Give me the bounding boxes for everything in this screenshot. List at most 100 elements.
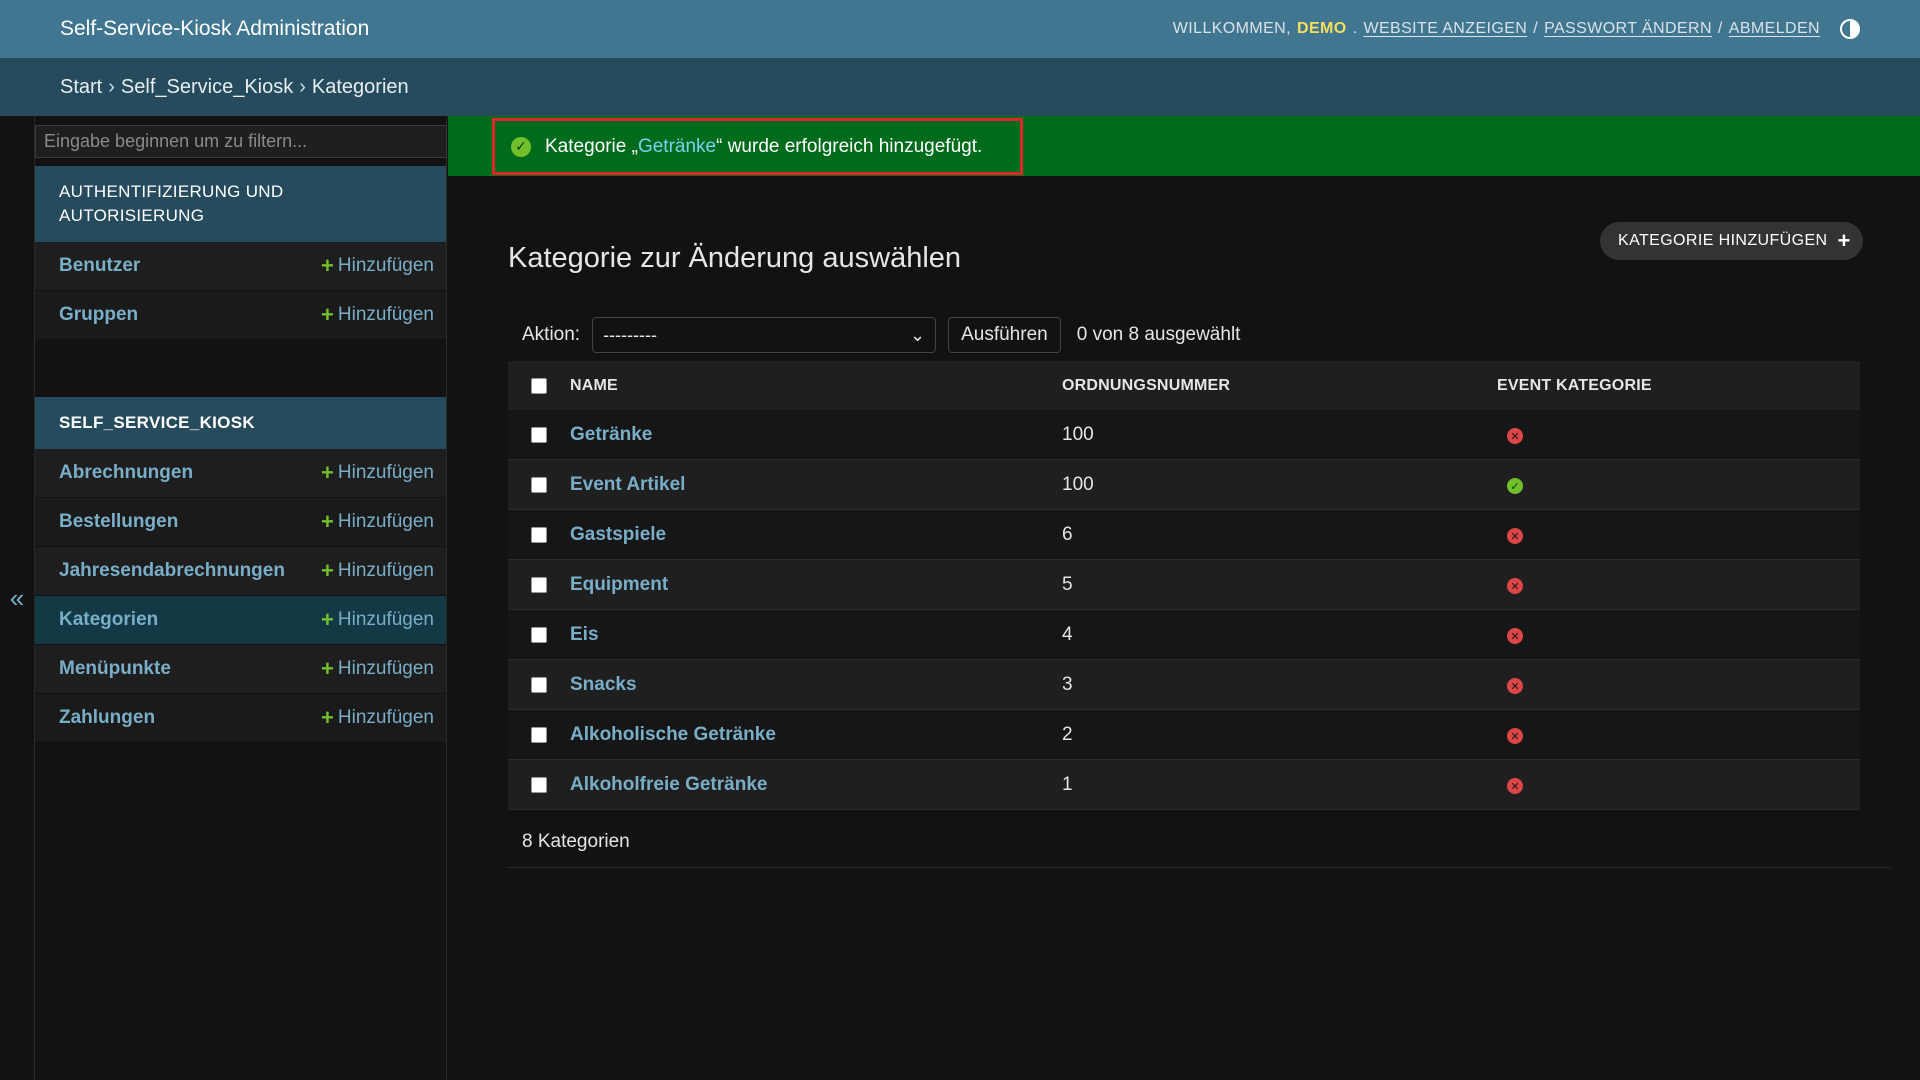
row-checkbox[interactable] <box>531 526 547 543</box>
plus-icon: + <box>321 656 334 681</box>
nav-sidebar: AUTHENTIFIZIERUNG UND AUTORISIERUNG Benu… <box>35 116 447 1080</box>
change-password-link[interactable]: PASSWORT ÄNDERN <box>1544 20 1712 38</box>
yes-check-icon: ✓ <box>1507 478 1523 494</box>
plus-icon: + <box>321 460 334 485</box>
result-list-table: NAME ORDNUNGSNUMMER EVENT KATEGORIE Getr… <box>508 361 1860 810</box>
row-ordnungsnummer: 2 <box>1062 723 1073 745</box>
site-brand[interactable]: Self-Service-Kiosk Administration <box>60 17 369 41</box>
sidebar-item-label[interactable]: Abrechnungen <box>59 462 193 484</box>
add-gruppen-link[interactable]: + Hinzufügen <box>321 304 434 326</box>
add-jahresendabrechnungen-link[interactable]: + Hinzufügen <box>321 560 434 582</box>
table-row: Gastspiele 6 ✕ <box>508 510 1860 560</box>
sidebar-item-gruppen: Gruppen + Hinzufügen <box>35 291 446 340</box>
message-object-link[interactable]: Getränke <box>638 136 716 157</box>
paginator: 8 Kategorien <box>508 816 1891 868</box>
add-benutzer-link[interactable]: + Hinzufügen <box>321 255 434 277</box>
success-message: ✓ Kategorie „Getränke“ wurde erfolgreich… <box>492 118 1023 175</box>
breadcrumb-current: Kategorien <box>311 75 409 98</box>
row-ordnungsnummer: 5 <box>1062 573 1073 595</box>
plus-icon: + <box>321 302 334 327</box>
message-bar: ✓ Kategorie „Getränke“ wurde erfolgreich… <box>448 116 1920 176</box>
no-cross-icon: ✕ <box>1507 578 1523 594</box>
add-kategorien-link[interactable]: + Hinzufügen <box>321 609 434 631</box>
select-all-checkbox[interactable] <box>531 377 547 394</box>
table-row: Getränke 100 ✕ <box>508 410 1860 460</box>
plus-icon: + <box>321 253 334 278</box>
run-action-button[interactable]: Ausführen <box>948 317 1061 353</box>
sidebar-item-menuepunkte: Menüpunkte + Hinzufügen <box>35 645 446 694</box>
no-cross-icon: ✕ <box>1507 428 1523 444</box>
chevron-down-icon: ⌄ <box>910 324 926 345</box>
row-ordnungsnummer: 100 <box>1062 423 1094 445</box>
row-ordnungsnummer: 4 <box>1062 623 1073 645</box>
column-header-event-kategorie[interactable]: EVENT KATEGORIE <box>1497 377 1860 395</box>
row-name-link[interactable]: Gastspiele <box>570 524 666 545</box>
table-row: Eis 4 ✕ <box>508 610 1860 660</box>
success-check-icon: ✓ <box>511 136 531 157</box>
row-name-link[interactable]: Equipment <box>570 574 668 595</box>
row-ordnungsnummer: 100 <box>1062 473 1094 495</box>
module-caption-kiosk[interactable]: SELF_SERVICE_KIOSK <box>35 397 446 449</box>
add-menuepunkte-link[interactable]: + Hinzufügen <box>321 658 434 680</box>
sidebar-item-bestellungen: Bestellungen + Hinzufügen <box>35 498 446 547</box>
row-checkbox[interactable] <box>531 626 547 643</box>
table-row: Snacks 3 ✕ <box>508 660 1860 710</box>
row-ordnungsnummer: 3 <box>1062 673 1073 695</box>
row-name-link[interactable]: Eis <box>570 624 599 645</box>
module-auth: AUTHENTIFIZIERUNG UND AUTORISIERUNG Benu… <box>35 166 446 340</box>
site-header: Self-Service-Kiosk Administration WILLKO… <box>0 0 1920 58</box>
table-body: Getränke 100 ✕ Event Artikel 100 ✓ Gastspiele 6… <box>508 410 1860 810</box>
add-zahlungen-link[interactable]: + Hinzufügen <box>321 707 434 729</box>
sidebar-item-kategorien: Kategorien + Hinzufügen <box>35 596 446 645</box>
row-name-link[interactable]: Alkoholische Getränke <box>570 724 776 745</box>
sidebar-item-label[interactable]: Bestellungen <box>59 511 178 533</box>
row-checkbox[interactable] <box>531 726 547 743</box>
breadcrumb-app[interactable]: Self_Service_Kiosk <box>121 76 293 99</box>
sidebar-item-label[interactable]: Menüpunkte <box>59 658 171 680</box>
add-abrechnungen-link[interactable]: + Hinzufügen <box>321 462 434 484</box>
username: DEMO <box>1297 20 1347 37</box>
row-name-link[interactable]: Event Artikel <box>570 474 685 495</box>
user-tools: WILLKOMMEN, DEMO. WEBSITE ANZEIGEN / PAS… <box>1173 19 1860 39</box>
no-cross-icon: ✕ <box>1507 528 1523 544</box>
action-select[interactable]: --------- ⌄ <box>592 317 937 353</box>
sidebar-item-label[interactable]: Zahlungen <box>59 707 155 729</box>
logout-link[interactable]: ABMELDEN <box>1729 20 1820 38</box>
table-header: NAME ORDNUNGSNUMMER EVENT KATEGORIE <box>508 361 1860 410</box>
page-title: Kategorie zur Änderung auswählen <box>508 242 962 275</box>
plus-icon: + <box>1837 228 1851 253</box>
row-name-link[interactable]: Snacks <box>570 674 637 695</box>
view-site-link[interactable]: WEBSITE ANZEIGEN <box>1363 20 1527 38</box>
row-ordnungsnummer: 1 <box>1062 773 1073 795</box>
module-caption-auth[interactable]: AUTHENTIFIZIERUNG UND AUTORISIERUNG <box>35 166 446 242</box>
no-cross-icon: ✕ <box>1507 678 1523 694</box>
action-bar: Aktion: --------- ⌄ Ausführen 0 von 8 au… <box>508 310 1860 360</box>
plus-icon: + <box>321 607 334 632</box>
row-checkbox[interactable] <box>531 676 547 693</box>
row-checkbox[interactable] <box>531 776 547 793</box>
action-label: Aktion: <box>522 324 581 345</box>
row-name-link[interactable]: Getränke <box>570 424 652 445</box>
theme-toggle-icon[interactable] <box>1840 19 1860 39</box>
sidebar-collapse-toggle[interactable]: « <box>0 116 35 1080</box>
add-bestellungen-link[interactable]: + Hinzufügen <box>321 511 434 533</box>
sidebar-item-label[interactable]: Jahresendabrechnungen <box>59 560 285 582</box>
no-cross-icon: ✕ <box>1507 778 1523 794</box>
welcome-text: WILLKOMMEN, <box>1172 20 1291 37</box>
table-row: Event Artikel 100 ✓ <box>508 460 1860 510</box>
column-header-name[interactable]: NAME <box>570 377 1062 395</box>
row-checkbox[interactable] <box>531 476 547 493</box>
sidebar-item-label[interactable]: Benutzer <box>59 255 140 277</box>
column-header-ordnungsnummer[interactable]: ORDNUNGSNUMMER <box>1062 377 1497 395</box>
add-kategorie-button[interactable]: KATEGORIE HINZUFÜGEN + <box>1600 222 1863 260</box>
nav-filter-input[interactable] <box>35 125 447 158</box>
row-checkbox[interactable] <box>531 426 547 443</box>
sidebar-item-abrechnungen: Abrechnungen + Hinzufügen <box>35 449 446 498</box>
table-row: Alkoholische Getränke 2 ✕ <box>508 710 1860 760</box>
sidebar-item-label[interactable]: Gruppen <box>59 304 138 326</box>
row-name-link[interactable]: Alkoholfreie Getränke <box>570 774 767 795</box>
sidebar-item-label[interactable]: Kategorien <box>59 609 158 631</box>
no-cross-icon: ✕ <box>1507 628 1523 644</box>
breadcrumb-home[interactable]: Start <box>60 76 102 99</box>
row-checkbox[interactable] <box>531 576 547 593</box>
